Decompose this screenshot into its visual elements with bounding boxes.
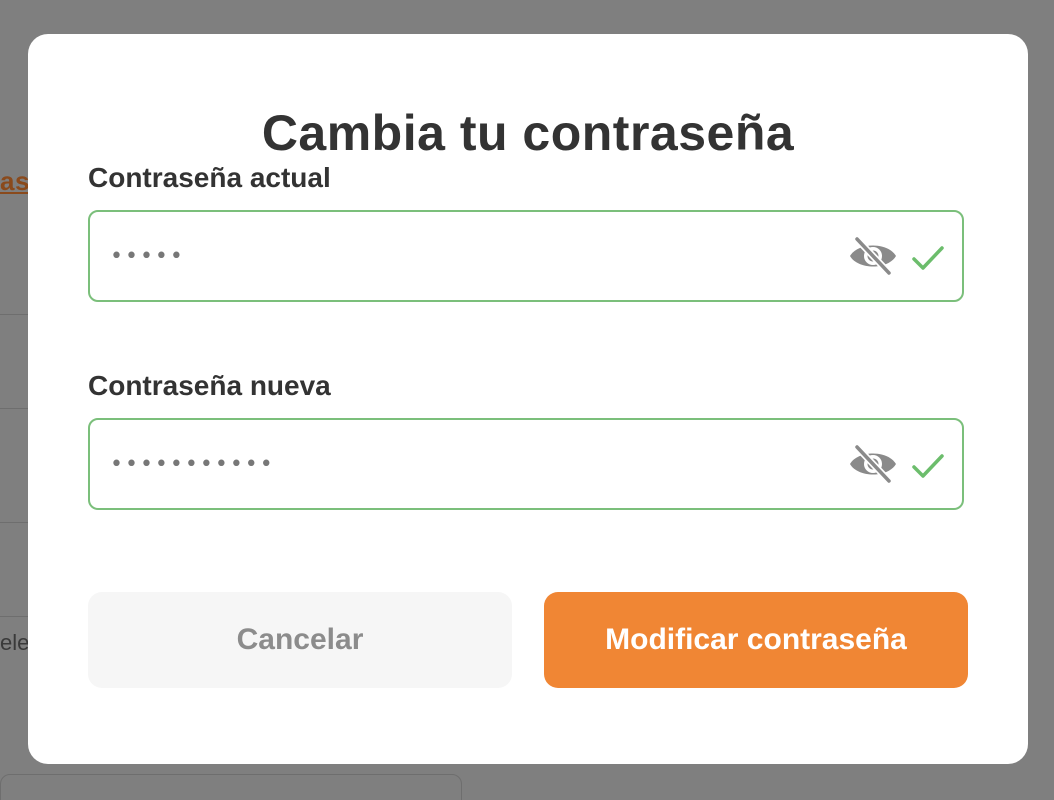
current-password-input[interactable] xyxy=(110,212,810,300)
cancel-button[interactable]: Cancelar xyxy=(88,592,512,688)
modal-title: Cambia tu contraseña xyxy=(261,105,795,161)
check-icon xyxy=(912,246,944,270)
background-link: as xyxy=(0,166,30,196)
eye-off-icon[interactable] xyxy=(848,444,898,484)
current-password-label: Contraseña actual xyxy=(88,162,331,193)
background-divider xyxy=(0,616,30,617)
new-password-input[interactable] xyxy=(110,420,810,508)
modify-password-button[interactable]: Modificar contraseña xyxy=(544,592,968,688)
new-password-label: Contraseña nueva xyxy=(88,370,331,401)
new-password-field xyxy=(88,418,964,510)
background-divider xyxy=(0,408,30,409)
background-divider xyxy=(0,522,30,523)
current-password-field xyxy=(88,210,964,302)
change-password-modal: Cambia tu contraseña Contraseña actual C… xyxy=(28,34,1028,764)
background-card xyxy=(0,774,462,800)
background-divider xyxy=(0,314,30,315)
check-icon xyxy=(912,454,944,478)
eye-off-icon[interactable] xyxy=(848,236,898,276)
